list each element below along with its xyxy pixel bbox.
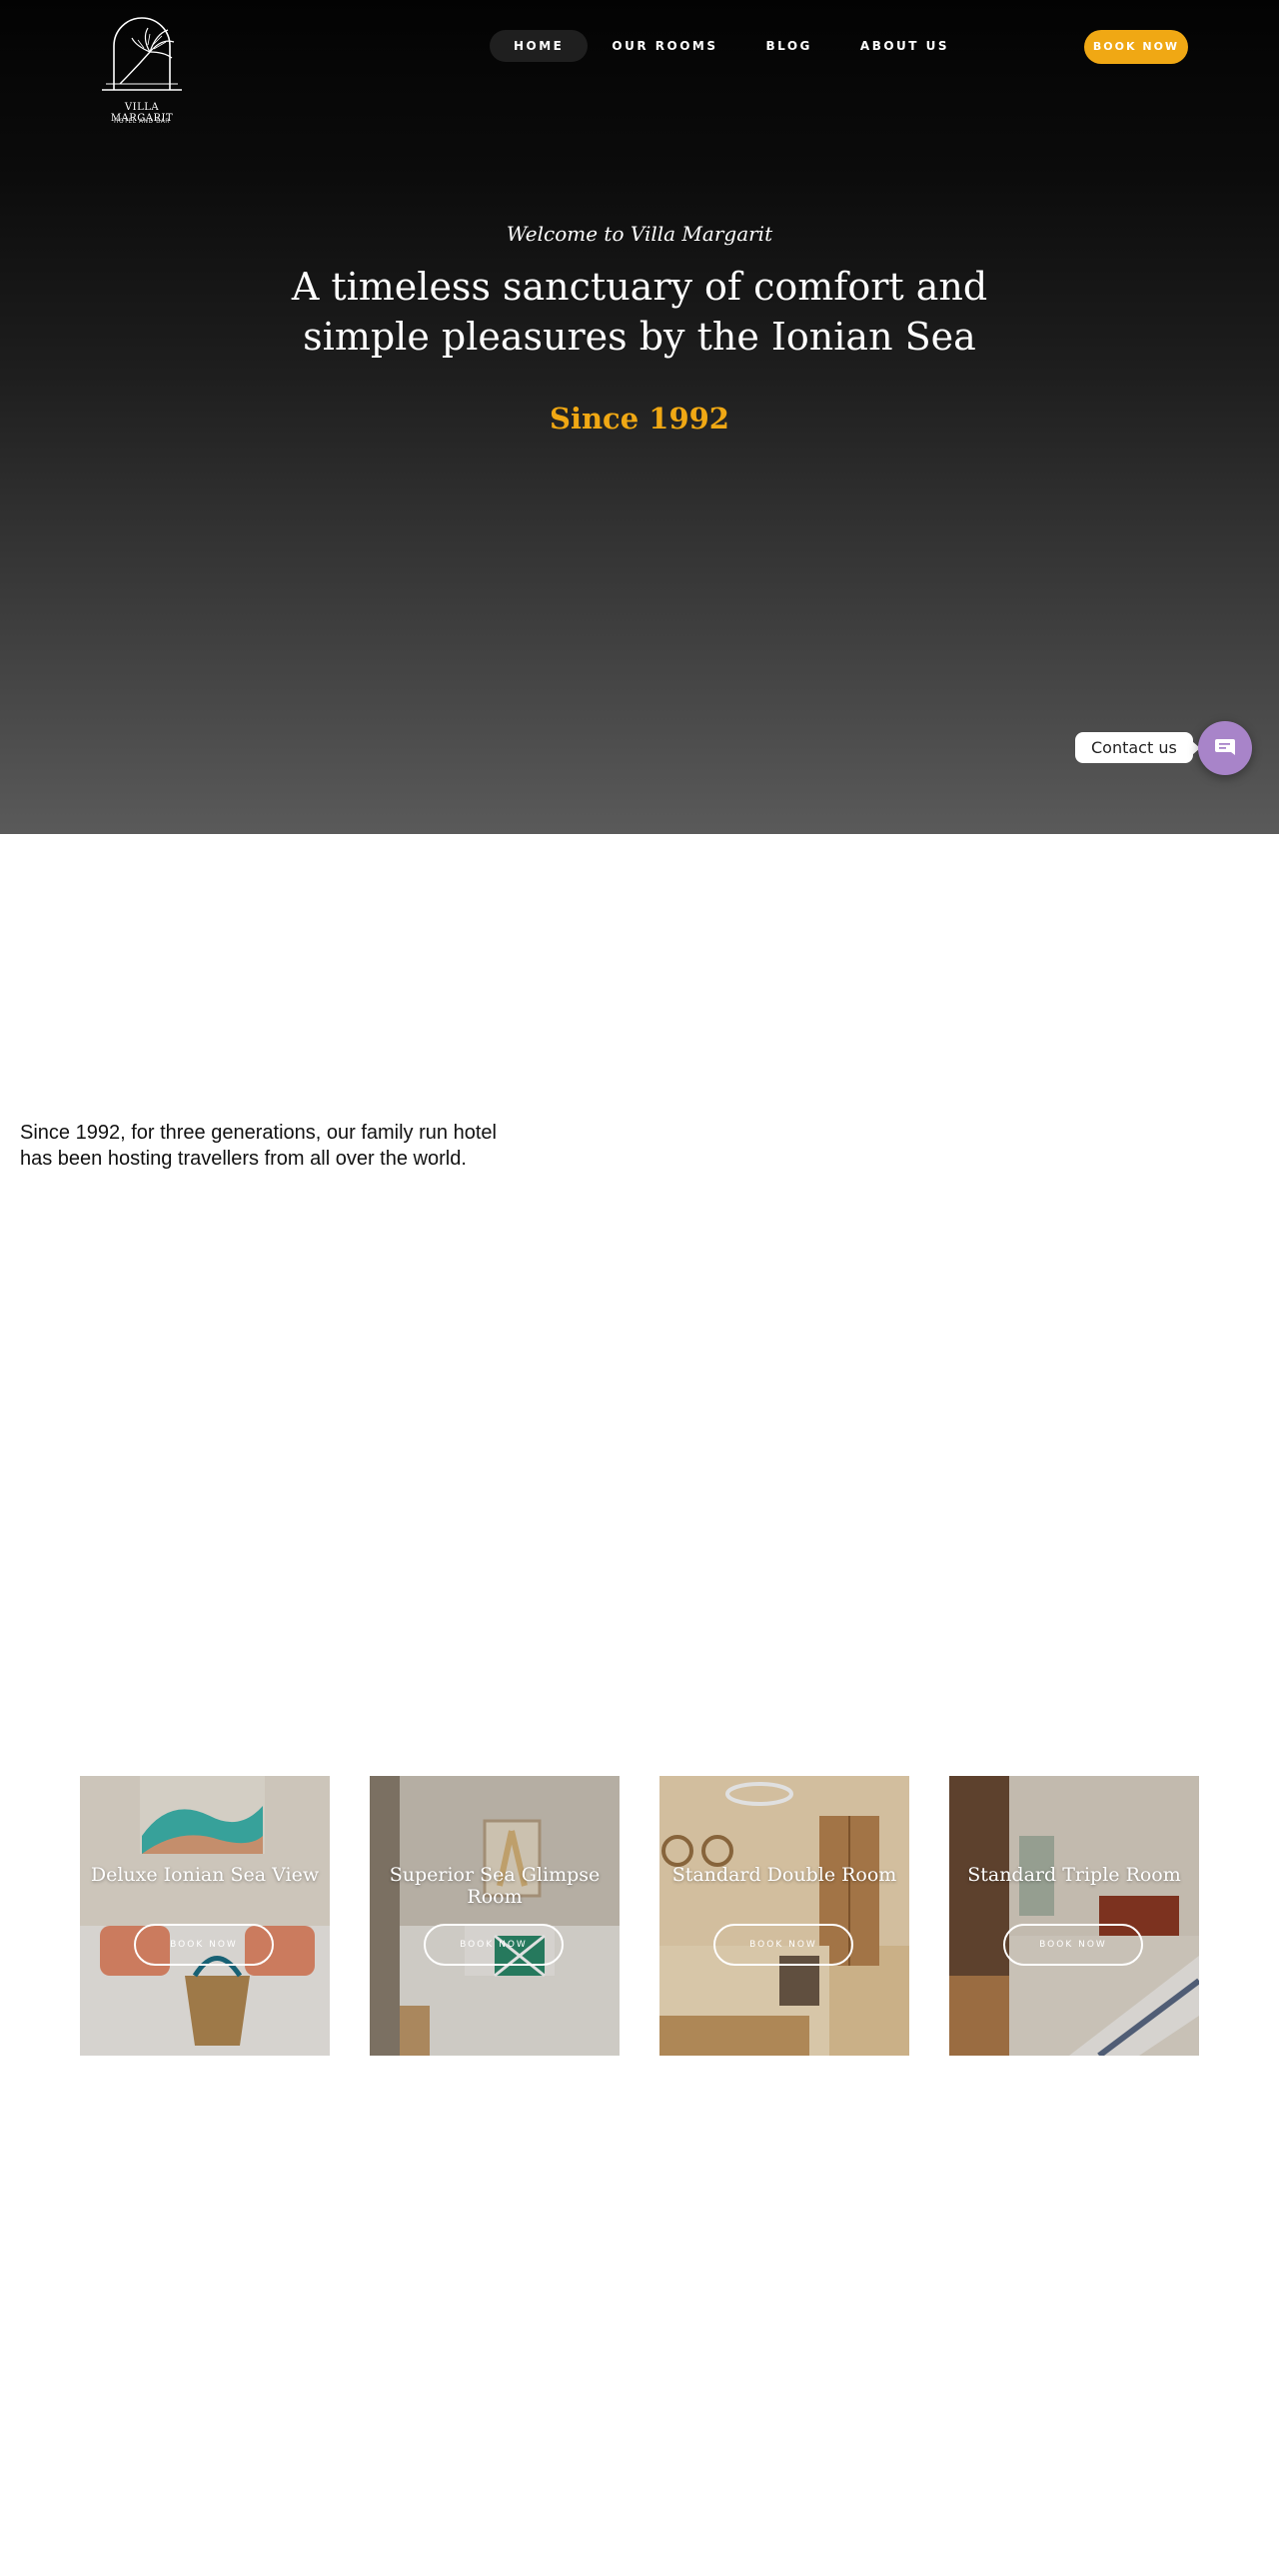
room-title: Superior Sea Glimpse Room xyxy=(389,1864,601,1908)
hero-section: VILLA MARGARIT HOTEL AND BAR HOME OUR RO… xyxy=(0,0,1279,834)
room-card-standard-triple[interactable]: Standard Triple Room BOOK NOW xyxy=(949,1776,1199,2056)
room-book-now-button[interactable]: BOOK NOW xyxy=(134,1924,274,1966)
room-card-superior-sea-glimpse[interactable]: Superior Sea Glimpse Room BOOK NOW xyxy=(370,1776,620,2056)
room-title: Deluxe Ionian Sea View xyxy=(90,1864,320,1886)
nav-our-rooms[interactable]: OUR ROOMS xyxy=(588,30,741,62)
room-overlay xyxy=(80,1776,330,2056)
room-book-now-button[interactable]: BOOK NOW xyxy=(424,1924,564,1966)
intro-text: Since 1992, for three generations, our f… xyxy=(20,1122,497,1170)
main-nav: HOME OUR ROOMS BLOG ABOUT US xyxy=(490,30,973,62)
nav-about-us[interactable]: ABOUT US xyxy=(836,30,973,62)
room-card-deluxe-ionian-sea-view[interactable]: Deluxe Ionian Sea View BOOK NOW xyxy=(80,1776,330,2056)
room-overlay xyxy=(370,1776,620,2056)
villa-margarit-logo[interactable]: VILLA MARGARIT HOTEL AND BAR xyxy=(92,12,192,132)
room-overlay xyxy=(659,1776,909,2056)
room-title: Standard Triple Room xyxy=(967,1864,1181,1886)
palm-arch-logo-icon xyxy=(102,17,182,91)
logo-tagline: HOTEL AND BAR xyxy=(114,118,170,125)
hero-since: Since 1992 xyxy=(550,402,729,435)
room-overlay xyxy=(949,1776,1199,2056)
room-book-now-button[interactable]: BOOK NOW xyxy=(1003,1924,1143,1966)
chat-icon xyxy=(1215,739,1235,755)
nav-home[interactable]: HOME xyxy=(490,30,589,62)
book-now-button[interactable]: BOOK NOW xyxy=(1084,30,1188,64)
hero-welcome: Welcome to Villa Margarit xyxy=(506,222,773,246)
contact-us-button[interactable] xyxy=(1198,721,1252,775)
nav-blog[interactable]: BLOG xyxy=(741,30,835,62)
room-title: Standard Double Room xyxy=(671,1864,897,1886)
hero-headline: A timeless sanctuary of comfort and simp… xyxy=(291,265,988,359)
room-card-standard-double[interactable]: Standard Double Room BOOK NOW xyxy=(659,1776,909,2056)
room-book-now-button[interactable]: BOOK NOW xyxy=(713,1924,853,1966)
contact-us-label[interactable]: Contact us xyxy=(1075,732,1200,763)
